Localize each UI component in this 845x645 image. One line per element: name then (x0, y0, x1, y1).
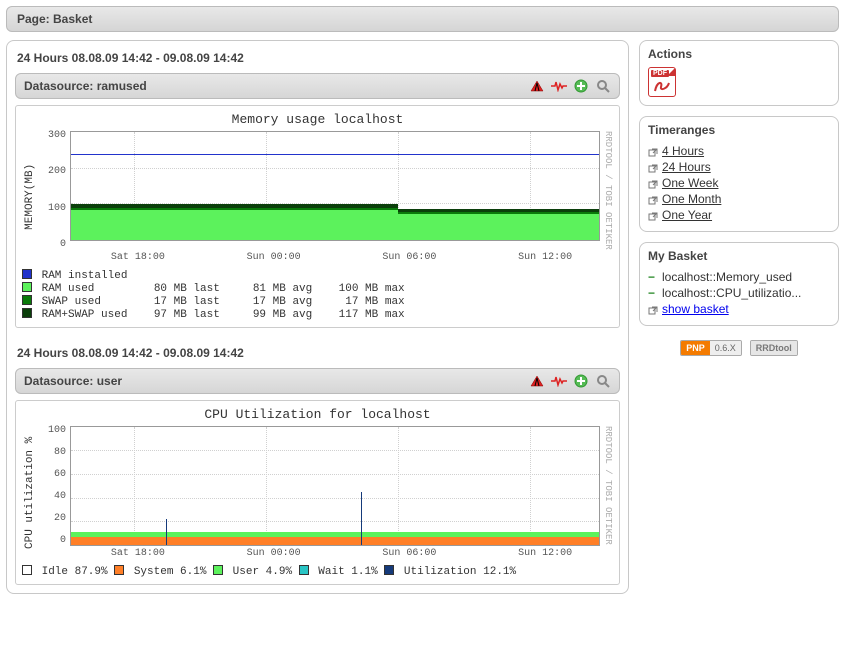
footer-badges: PNP0.6.X RRDtool (639, 336, 839, 360)
datasource-label-2: Datasource: user (24, 374, 122, 388)
timerange-link[interactable]: One Month (662, 192, 721, 206)
xaxis-2: Sat 18:00 Sun 00:00 Sun 06:00 Sun 12:00 (70, 548, 613, 559)
actions-title: Actions (648, 47, 830, 61)
show-basket-link[interactable]: show basket (662, 302, 729, 316)
graph-cpu: CPU Utilization for localhost CPU utiliz… (15, 400, 620, 585)
timerange-link[interactable]: One Year (662, 208, 712, 222)
plot-area-2[interactable] (70, 426, 600, 546)
external-link-icon (648, 162, 658, 172)
external-link-icon (648, 304, 658, 314)
legend-2: Idle 87.9% System 6.1% User 4.9% Wait 1.… (22, 565, 613, 578)
timeranges-panel: Timeranges 4 Hours 24 Hours One Week One Mo… (639, 116, 839, 232)
yaxis-2: 100 80 60 40 20 0 (38, 426, 70, 546)
graph-title-2: CPU Utilization for localhost (22, 407, 613, 422)
graph-title-1: Memory usage localhost (22, 112, 613, 127)
basket-item-label: localhost::CPU_utilizatio... (662, 286, 801, 300)
zoom-icon[interactable] (595, 78, 611, 94)
xaxis-1: Sat 18:00 Sun 00:00 Sun 06:00 Sun 12:00 (70, 252, 613, 263)
graph-memory: Memory usage localhost MEMORY(MB) 300 20… (15, 105, 620, 328)
yaxis-1: 300 200 100 0 (38, 131, 70, 250)
timerange-link[interactable]: One Week (662, 176, 718, 190)
pdf-export-button[interactable]: PDF (648, 67, 676, 97)
datasource-header-2: Datasource: user (15, 368, 620, 394)
basket-item-label: localhost::Memory_used (662, 270, 792, 284)
alert-icon[interactable] (529, 373, 545, 389)
page-header: Page: Basket (6, 6, 839, 32)
pnp-badge[interactable]: PNP0.6.X (680, 340, 742, 356)
timerange-item[interactable]: One Year (648, 207, 830, 223)
watermark-2: RRDTOOL / TOBI OETIKER (600, 426, 613, 546)
plot-area-1[interactable] (70, 131, 600, 241)
graph-ylabel-2: CPU utilization % (22, 426, 38, 559)
datasource-label-1: Datasource: ramused (24, 79, 147, 93)
main-panel: 24 Hours 08.08.09 14:42 - 09.08.09 14:42… (6, 40, 629, 594)
time-range-title-2: 24 Hours 08.08.09 14:42 - 09.08.09 14:42 (15, 342, 620, 368)
time-range-title-1: 24 Hours 08.08.09 14:42 - 09.08.09 14:42 (15, 47, 620, 73)
zoom-icon[interactable] (595, 373, 611, 389)
remove-icon[interactable]: − (648, 270, 658, 284)
timerange-item[interactable]: 4 Hours (648, 143, 830, 159)
basket-panel: My Basket −localhost::Memory_used−localh… (639, 242, 839, 326)
external-link-icon (648, 194, 658, 204)
basket-title: My Basket (648, 249, 830, 263)
external-link-icon (648, 210, 658, 220)
timerange-link[interactable]: 24 Hours (662, 160, 711, 174)
watermark-1: RRDTOOL / TOBI OETIKER (600, 131, 613, 250)
waveform-icon[interactable] (551, 373, 567, 389)
datasource-header-1: Datasource: ramused (15, 73, 620, 99)
add-icon[interactable] (573, 373, 589, 389)
actions-panel: Actions PDF (639, 40, 839, 106)
basket-item[interactable]: −localhost::CPU_utilizatio... (648, 285, 830, 301)
graph-ylabel-1: MEMORY(MB) (22, 131, 38, 263)
timerange-item[interactable]: One Month (648, 191, 830, 207)
timeranges-title: Timeranges (648, 123, 830, 137)
remove-icon[interactable]: − (648, 286, 658, 300)
legend-1: RAM installed RAM used 80 MB last 81 MB … (22, 269, 613, 321)
timerange-link[interactable]: 4 Hours (662, 144, 704, 158)
timerange-item[interactable]: 24 Hours (648, 159, 830, 175)
alert-icon[interactable] (529, 78, 545, 94)
rrdtool-badge[interactable]: RRDtool (750, 340, 798, 356)
basket-item[interactable]: −localhost::Memory_used (648, 269, 830, 285)
external-link-icon (648, 178, 658, 188)
external-link-icon (648, 146, 658, 156)
waveform-icon[interactable] (551, 78, 567, 94)
add-icon[interactable] (573, 78, 589, 94)
timerange-item[interactable]: One Week (648, 175, 830, 191)
